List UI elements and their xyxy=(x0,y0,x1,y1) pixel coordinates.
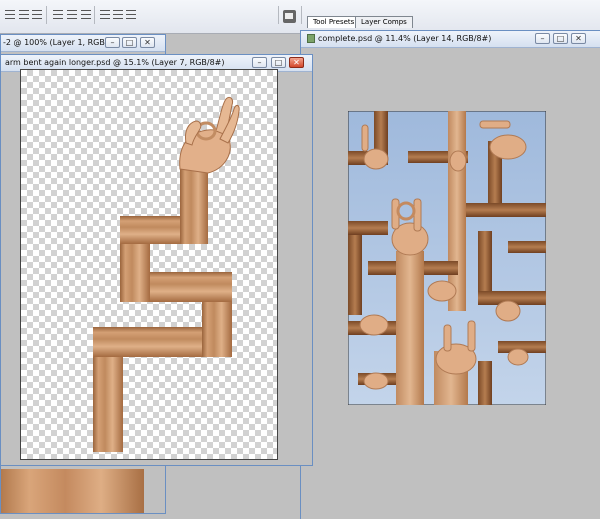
minimize-button[interactable]: – xyxy=(252,57,267,68)
tab-tool-presets[interactable]: Tool Presets xyxy=(307,16,361,28)
close-button[interactable]: ✕ xyxy=(571,33,586,44)
back-canvas xyxy=(1,467,151,513)
options-toolbar: Tool Presets Layer Comps xyxy=(0,0,600,34)
distribute-top-icon[interactable] xyxy=(52,9,64,20)
palette-well-icon[interactable] xyxy=(283,10,296,23)
window-titlebar[interactable]: -2 @ 100% (Layer 1, RGB/8) – □ ✕ xyxy=(1,35,165,52)
distribute-middle-icon[interactable] xyxy=(66,9,78,20)
align-center-icon[interactable] xyxy=(18,9,30,20)
distribute-left-icon[interactable] xyxy=(99,9,111,20)
minimize-button[interactable]: – xyxy=(105,37,120,48)
toolbar-separator xyxy=(46,6,47,24)
distribute-right-icon[interactable] xyxy=(125,9,137,20)
tab-layer-comps[interactable]: Layer Comps xyxy=(355,16,413,28)
toolbar-separator xyxy=(278,6,279,24)
window-title: complete.psd @ 11.4% (Layer 14, RGB/8#) xyxy=(318,34,492,43)
maximize-button[interactable]: □ xyxy=(271,57,286,68)
align-right-icon[interactable] xyxy=(31,9,43,20)
align-left-icon[interactable] xyxy=(4,9,16,20)
distribute-hcenter-icon[interactable] xyxy=(112,9,124,20)
minimize-button[interactable]: – xyxy=(535,33,550,44)
distribute-bottom-icon[interactable] xyxy=(80,9,92,20)
window-title: arm bent again longer.psd @ 15.1% (Layer… xyxy=(5,58,225,67)
close-button[interactable]: ✕ xyxy=(140,37,155,48)
maximize-button[interactable]: □ xyxy=(553,33,568,44)
document-window-front[interactable]: arm bent again longer.psd @ 15.1% (Layer… xyxy=(0,54,313,466)
document-icon xyxy=(307,34,315,43)
arm-artwork xyxy=(93,96,240,452)
maximize-button[interactable]: □ xyxy=(122,37,137,48)
toolbar-separator xyxy=(301,6,302,24)
close-button[interactable]: ✕ xyxy=(289,57,304,68)
document-window-complete[interactable]: complete.psd @ 11.4% (Layer 14, RGB/8#) … xyxy=(300,30,600,519)
window-titlebar[interactable]: complete.psd @ 11.4% (Layer 14, RGB/8#) … xyxy=(301,31,600,48)
window-title: -2 @ 100% (Layer 1, RGB/8) xyxy=(3,38,116,47)
complete-canvas xyxy=(348,111,546,405)
toolbar-separator xyxy=(94,6,95,24)
